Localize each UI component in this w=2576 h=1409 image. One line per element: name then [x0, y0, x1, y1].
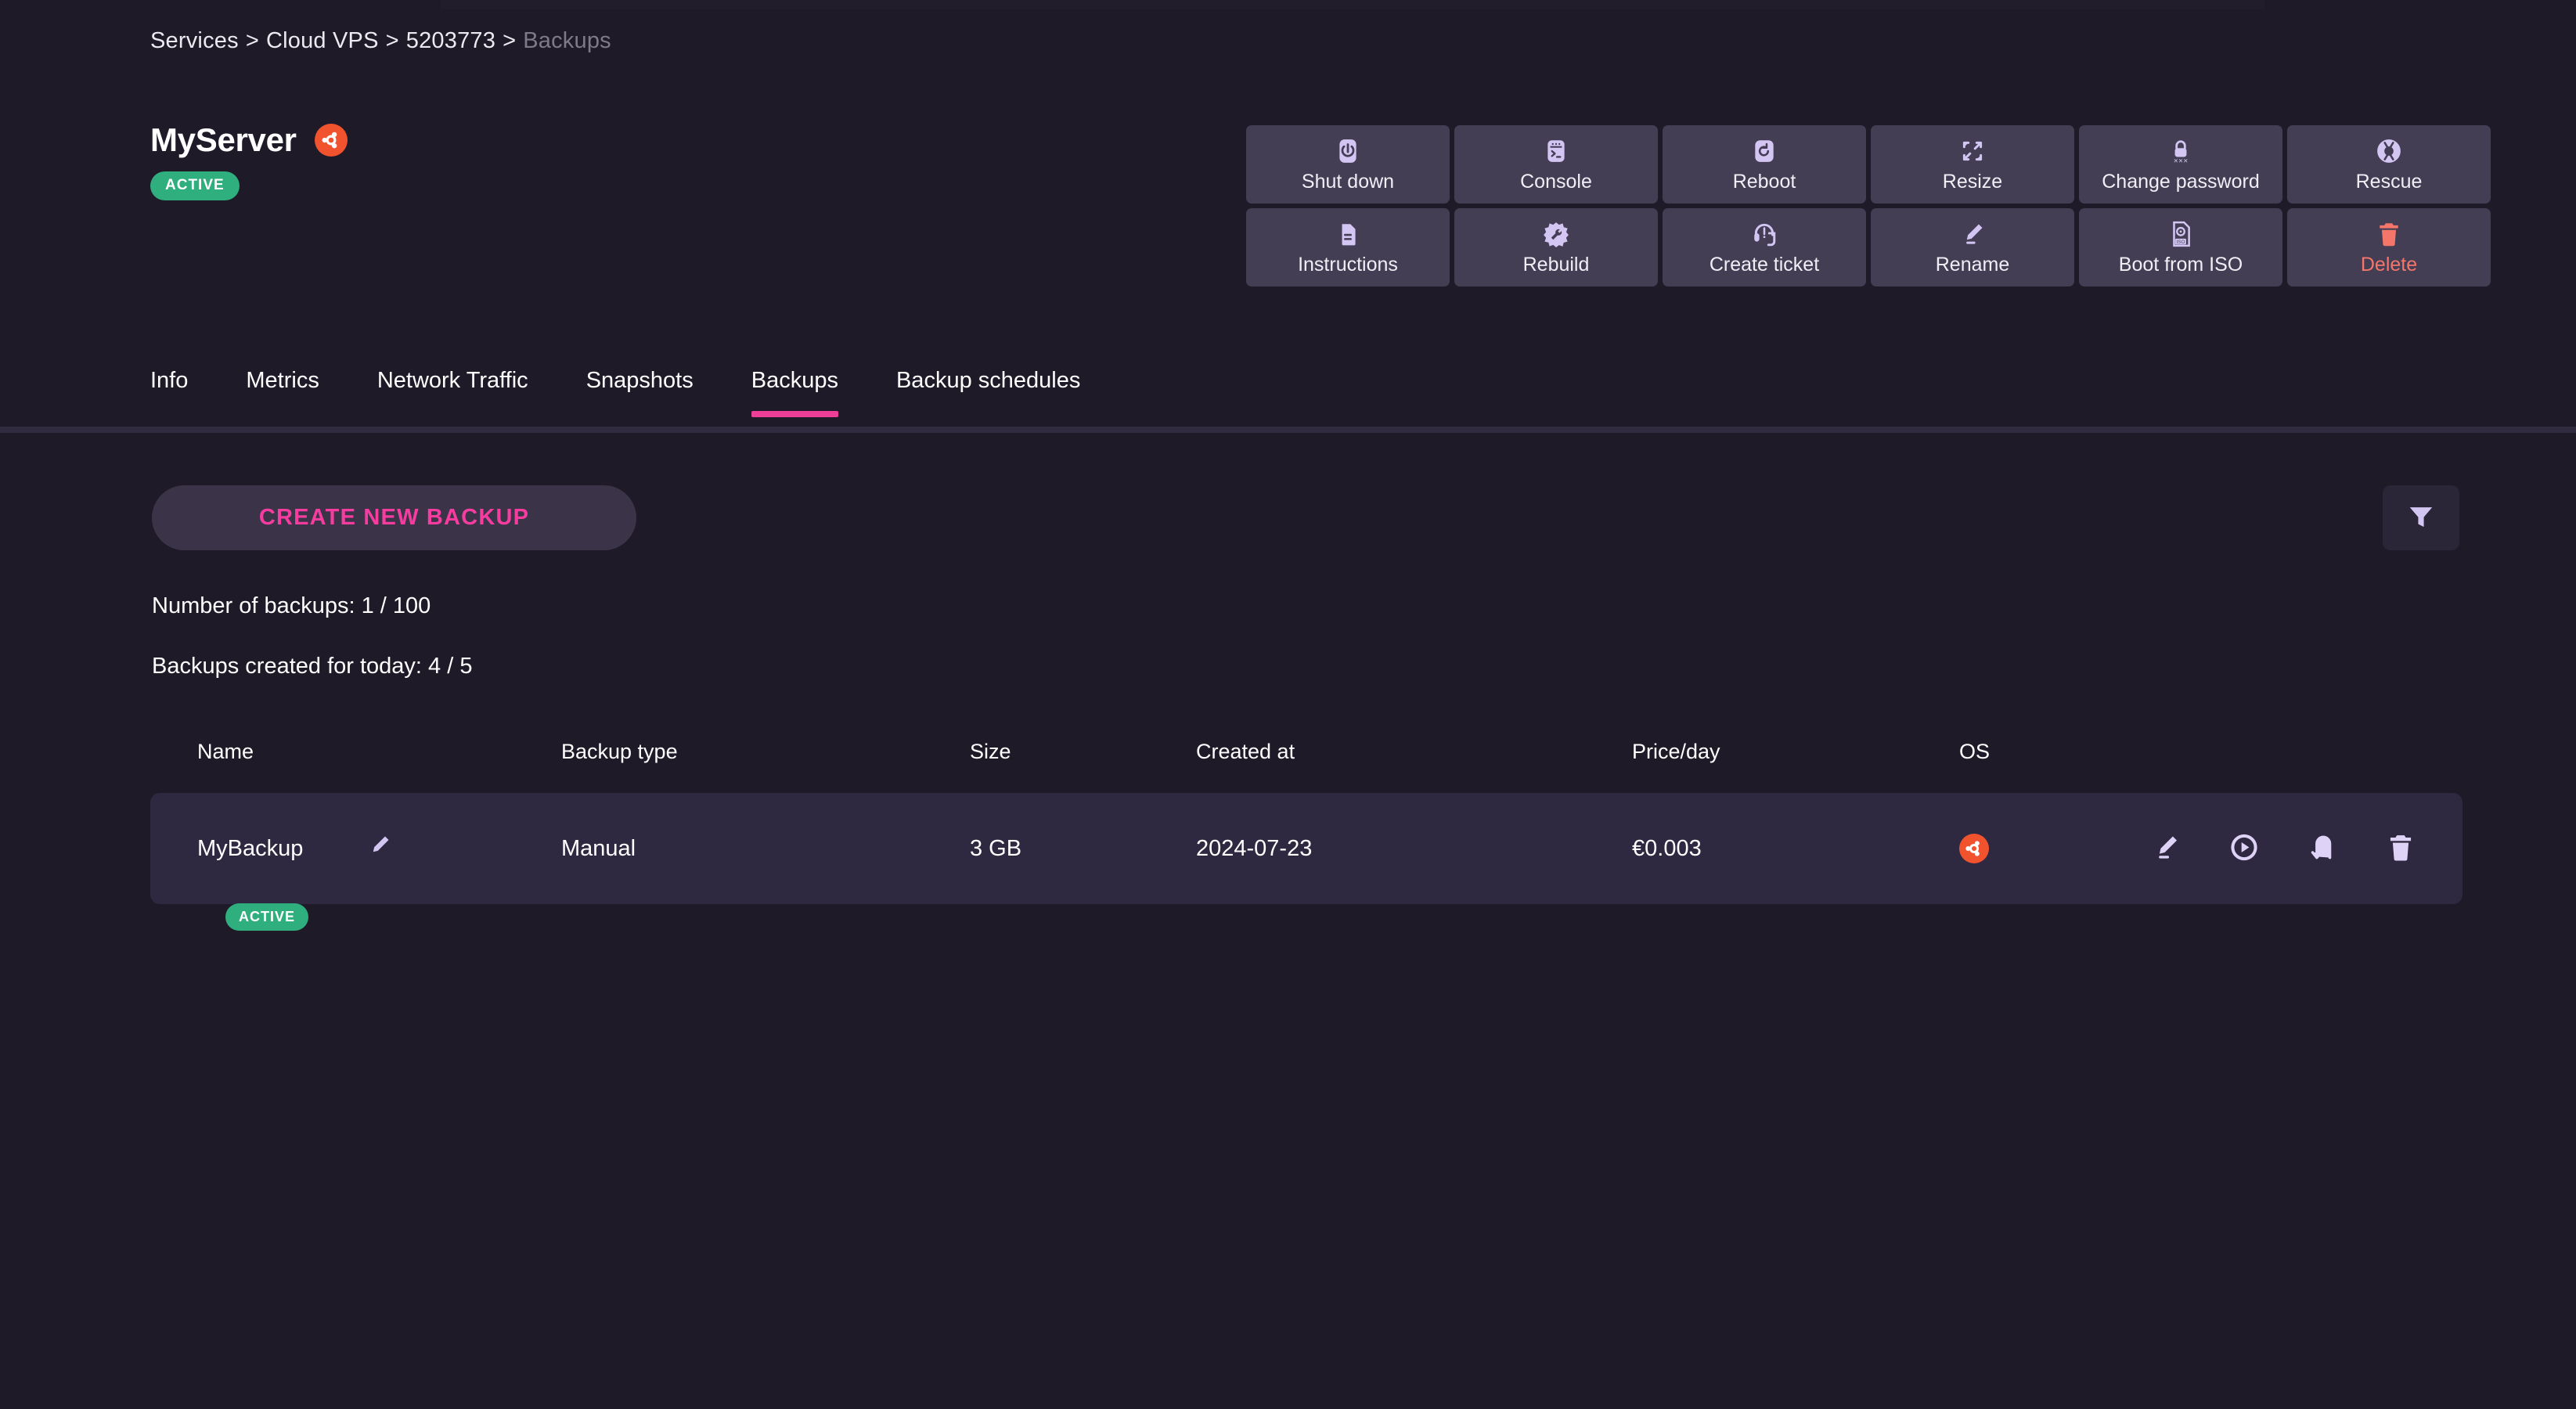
- page-root: Services > Cloud VPS >5203773 > Backups MySer…: [0, 0, 2576, 1409]
- tab-snapshots[interactable]: Snapshots: [586, 368, 694, 417]
- breadcrumb-item-backups: Backups: [523, 28, 611, 53]
- action-label: Boot from ISO: [2118, 253, 2243, 276]
- column-header-price-per-day: Price/day: [1632, 739, 1720, 763]
- top-strip: [441, 0, 2264, 9]
- table-row[interactable]: MyBackup ACTIVE Manual 3 GB 2024-07-23 €…: [150, 793, 2463, 931]
- delete-button[interactable]: Delete: [2287, 208, 2491, 286]
- cell-price-per-day: €0.003: [1632, 835, 1702, 861]
- restore-arrow-icon: [2308, 833, 2337, 865]
- tab-backups[interactable]: Backups: [751, 368, 839, 417]
- row-delete-button[interactable]: [2386, 833, 2416, 865]
- rebuild-button[interactable]: Rebuild: [1454, 208, 1658, 286]
- tab-info[interactable]: Info: [150, 368, 188, 417]
- tab-divider: [0, 427, 2576, 433]
- page-title: MyServer: [150, 121, 297, 158]
- filter-icon: [2406, 502, 2436, 534]
- backup-name: MyBackup: [197, 835, 304, 861]
- rescue-button[interactable]: Rescue: [2287, 125, 2491, 204]
- breadcrumb-item-services[interactable]: Services: [150, 28, 239, 53]
- svg-text:✕✕✕: ✕✕✕: [2174, 157, 2189, 164]
- lifebuoy-icon: [2376, 138, 2402, 164]
- action-label: Rename: [1935, 253, 2010, 276]
- resize-icon: [1959, 138, 1986, 164]
- edit-name-button[interactable]: [366, 833, 392, 862]
- trash-icon: [2376, 221, 2402, 247]
- column-header-os: OS: [1959, 739, 1991, 763]
- boot-from-iso-button[interactable]: ISO Boot from ISO: [2079, 208, 2282, 286]
- breadcrumb-separator: >: [385, 28, 399, 53]
- tab-bar: Info Metrics Network Traffic Snapshots B…: [150, 368, 1080, 417]
- status-badge: ACTIVE: [225, 903, 309, 931]
- console-icon: [1543, 138, 1569, 164]
- rename-button[interactable]: Rename: [1871, 208, 2074, 286]
- breadcrumb-separator: >: [503, 28, 517, 53]
- breadcrumb-item-cloud-vps[interactable]: Cloud VPS: [266, 28, 379, 53]
- console-button[interactable]: Console: [1454, 125, 1658, 204]
- action-label: Rebuild: [1522, 253, 1590, 276]
- row-action-group: [2151, 833, 2416, 865]
- create-new-backup-button[interactable]: CREATE NEW BACKUP: [152, 485, 636, 550]
- pencil-icon: [366, 833, 392, 862]
- ubuntu-icon: [314, 124, 348, 157]
- svg-text:ISO: ISO: [2177, 239, 2185, 244]
- backups-count-label: Number of backups: 1 / 100: [152, 593, 431, 618]
- filter-button[interactable]: [2383, 485, 2459, 550]
- pencil-icon: [2151, 833, 2181, 865]
- column-header-backup-type: Backup type: [561, 739, 678, 763]
- iso-file-icon: ISO: [2167, 221, 2194, 247]
- resize-button[interactable]: Resize: [1871, 125, 2074, 204]
- wrench-icon: [1543, 221, 1569, 247]
- cell-name: MyBackup ACTIVE: [197, 833, 561, 931]
- instructions-button[interactable]: Instructions: [1246, 208, 1450, 286]
- action-label: Resize: [1942, 170, 2003, 193]
- action-label: Shut down: [1301, 170, 1395, 193]
- tab-network-traffic[interactable]: Network Traffic: [377, 368, 528, 417]
- ubuntu-icon: [1959, 834, 1989, 863]
- server-header: MyServer ACTIVE: [150, 121, 348, 200]
- action-label: Delete: [2360, 253, 2418, 276]
- column-header-created-at: Created at: [1196, 739, 1295, 763]
- cell-created-at: 2024-07-23: [1196, 835, 1313, 861]
- server-title-row: MyServer: [150, 121, 348, 159]
- backups-today-label: Backups created for today: 4 / 5: [152, 654, 473, 679]
- server-actions: Shut down Console Reboot Resize ✕✕✕ Chan…: [1246, 125, 2491, 286]
- cell-backup-type: Manual: [561, 835, 636, 861]
- action-label: Change password: [2102, 170, 2260, 193]
- shut-down-button[interactable]: Shut down: [1246, 125, 1450, 204]
- pencil-icon: [1959, 221, 1986, 247]
- play-circle-icon: [2229, 833, 2259, 865]
- row-edit-button[interactable]: [2151, 833, 2181, 865]
- headset-icon: [1751, 221, 1778, 247]
- action-label: Create ticket: [1709, 253, 1820, 276]
- change-password-button[interactable]: ✕✕✕ Change password: [2079, 125, 2282, 204]
- status-badge: ACTIVE: [150, 171, 240, 200]
- tab-metrics[interactable]: Metrics: [246, 368, 319, 417]
- create-ticket-button[interactable]: Create ticket: [1663, 208, 1866, 286]
- action-label: Console: [1520, 170, 1592, 193]
- row-restore-button[interactable]: [2308, 833, 2337, 865]
- lock-password-icon: ✕✕✕: [2167, 138, 2194, 164]
- backups-table: Name Backup type Size Created at Price/d…: [150, 728, 2463, 931]
- breadcrumb-item-server-id[interactable]: 5203773: [406, 28, 495, 53]
- reboot-button[interactable]: Reboot: [1663, 125, 1866, 204]
- action-label: Instructions: [1298, 253, 1398, 276]
- power-icon: [1335, 138, 1361, 164]
- column-header-size: Size: [970, 739, 1011, 763]
- action-label: Rescue: [2355, 170, 2423, 193]
- document-icon: [1335, 221, 1361, 247]
- tab-backup-schedules[interactable]: Backup schedules: [896, 368, 1080, 417]
- cell-size: 3 GB: [970, 835, 1022, 861]
- breadcrumb-separator: >: [245, 28, 259, 53]
- table-header-row: Name Backup type Size Created at Price/d…: [150, 728, 2463, 775]
- row-run-button[interactable]: [2229, 833, 2259, 865]
- reboot-icon: [1751, 138, 1778, 164]
- column-header-name: Name: [197, 739, 254, 763]
- trash-icon: [2386, 833, 2416, 865]
- breadcrumb: Services > Cloud VPS >5203773 > Backups: [150, 28, 611, 54]
- action-label: Reboot: [1732, 170, 1796, 193]
